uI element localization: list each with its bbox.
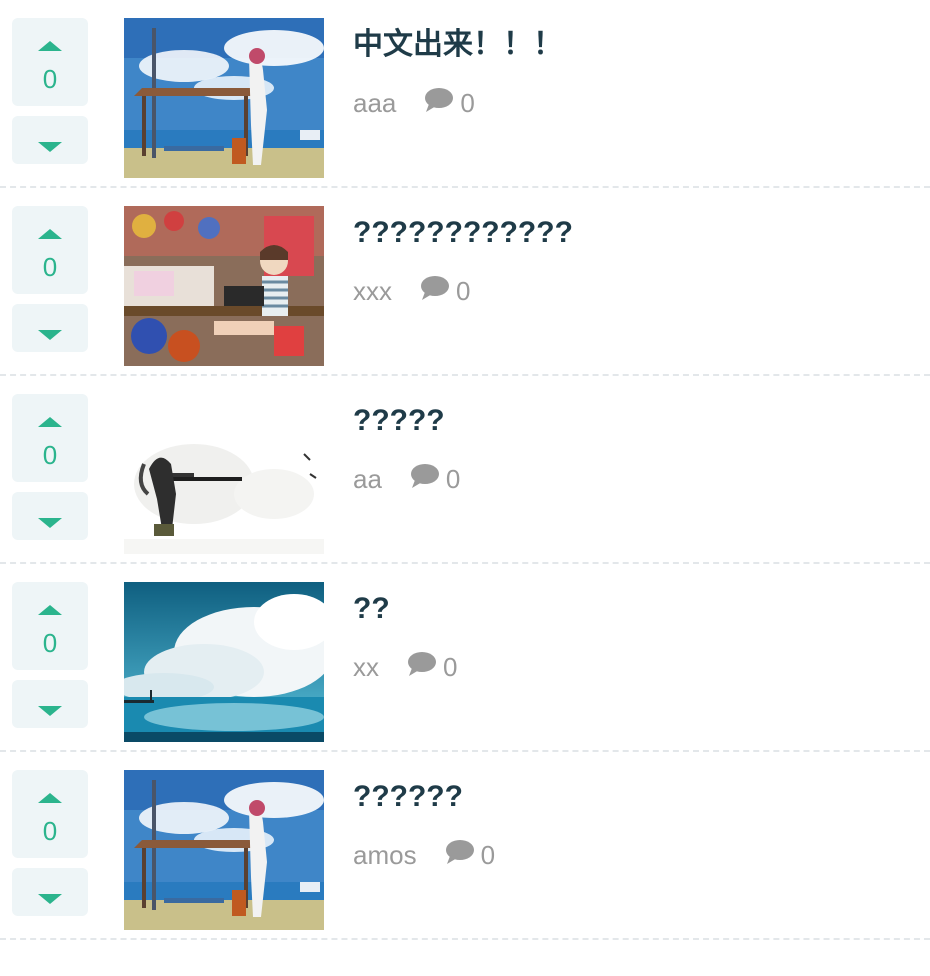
comment-link[interactable]: 0: [445, 839, 495, 872]
upvote-button[interactable]: 0: [12, 770, 88, 858]
comment-count: 0: [456, 275, 471, 306]
comment-link[interactable]: 0: [424, 87, 475, 120]
speech-bubble-icon: [407, 651, 443, 684]
comment-count: 0: [445, 463, 461, 494]
post-author[interactable]: amos: [353, 840, 417, 871]
post-meta: xxx 0: [353, 274, 470, 308]
triangle-up-icon: [38, 417, 62, 427]
post-item: 0?????? amos 0: [0, 752, 930, 940]
vote-score: 0: [42, 64, 58, 94]
post-title[interactable]: ??: [353, 590, 390, 628]
post-meta: xx 0: [353, 650, 457, 684]
speech-bubble-icon: [420, 275, 456, 308]
comment-count: 0: [443, 651, 458, 682]
comment-link[interactable]: 0: [420, 275, 470, 308]
comment-count: 0: [480, 839, 496, 870]
post-thumbnail[interactable]: [124, 582, 324, 742]
triangle-down-icon: [38, 894, 62, 904]
comment-link[interactable]: 0: [410, 463, 460, 496]
post-author[interactable]: xxx: [353, 276, 392, 307]
post-meta: aa 0: [353, 462, 460, 496]
post-author[interactable]: aaa: [353, 88, 396, 119]
post-item: 0????? aa 0: [0, 376, 930, 564]
triangle-up-icon: [38, 229, 62, 239]
vote-score: 0: [42, 816, 58, 846]
comment-count: 0: [460, 87, 475, 118]
post-thumbnail[interactable]: [124, 206, 324, 366]
triangle-down-icon: [38, 706, 62, 716]
upvote-button[interactable]: 0: [12, 582, 88, 670]
speech-bubble-icon: [445, 839, 481, 872]
post-thumbnail[interactable]: [124, 18, 324, 178]
post-list: 0 中文出来！！！ aaa 0 0???????????? xxx 0 0????? aa 0 0?…: [0, 0, 930, 940]
triangle-up-icon: [38, 605, 62, 615]
post-title[interactable]: 中文出来！！！: [353, 26, 563, 64]
downvote-button[interactable]: [12, 116, 88, 164]
speech-bubble-icon: [410, 463, 446, 496]
downvote-button[interactable]: [12, 304, 88, 352]
post-thumbnail[interactable]: [124, 770, 324, 930]
post-meta: amos 0: [353, 838, 495, 872]
triangle-up-icon: [38, 793, 62, 803]
triangle-up-icon: [38, 41, 62, 51]
post-title[interactable]: ??????: [353, 778, 463, 816]
post-meta: aaa 0: [353, 86, 475, 120]
post-author[interactable]: xx: [353, 652, 379, 683]
vote-score: 0: [42, 252, 58, 282]
downvote-button[interactable]: [12, 680, 88, 728]
post-thumbnail[interactable]: [124, 394, 324, 554]
downvote-button[interactable]: [12, 868, 88, 916]
post-item: 0 中文出来！！！ aaa 0: [0, 0, 930, 188]
downvote-button[interactable]: [12, 492, 88, 540]
post-item: 0???????????? xxx 0: [0, 188, 930, 376]
post-title[interactable]: ????????????: [353, 214, 573, 252]
vote-score: 0: [42, 440, 58, 470]
upvote-button[interactable]: 0: [12, 206, 88, 294]
triangle-down-icon: [38, 330, 62, 340]
vote-score: 0: [42, 628, 58, 658]
comment-link[interactable]: 0: [407, 651, 457, 684]
upvote-button[interactable]: 0: [12, 18, 88, 106]
upvote-button[interactable]: 0: [12, 394, 88, 482]
triangle-down-icon: [38, 142, 62, 152]
post-author[interactable]: aa: [353, 464, 382, 495]
post-item: 0?? xx 0: [0, 564, 930, 752]
speech-bubble-icon: [424, 87, 460, 120]
post-title[interactable]: ?????: [353, 402, 445, 440]
triangle-down-icon: [38, 518, 62, 528]
